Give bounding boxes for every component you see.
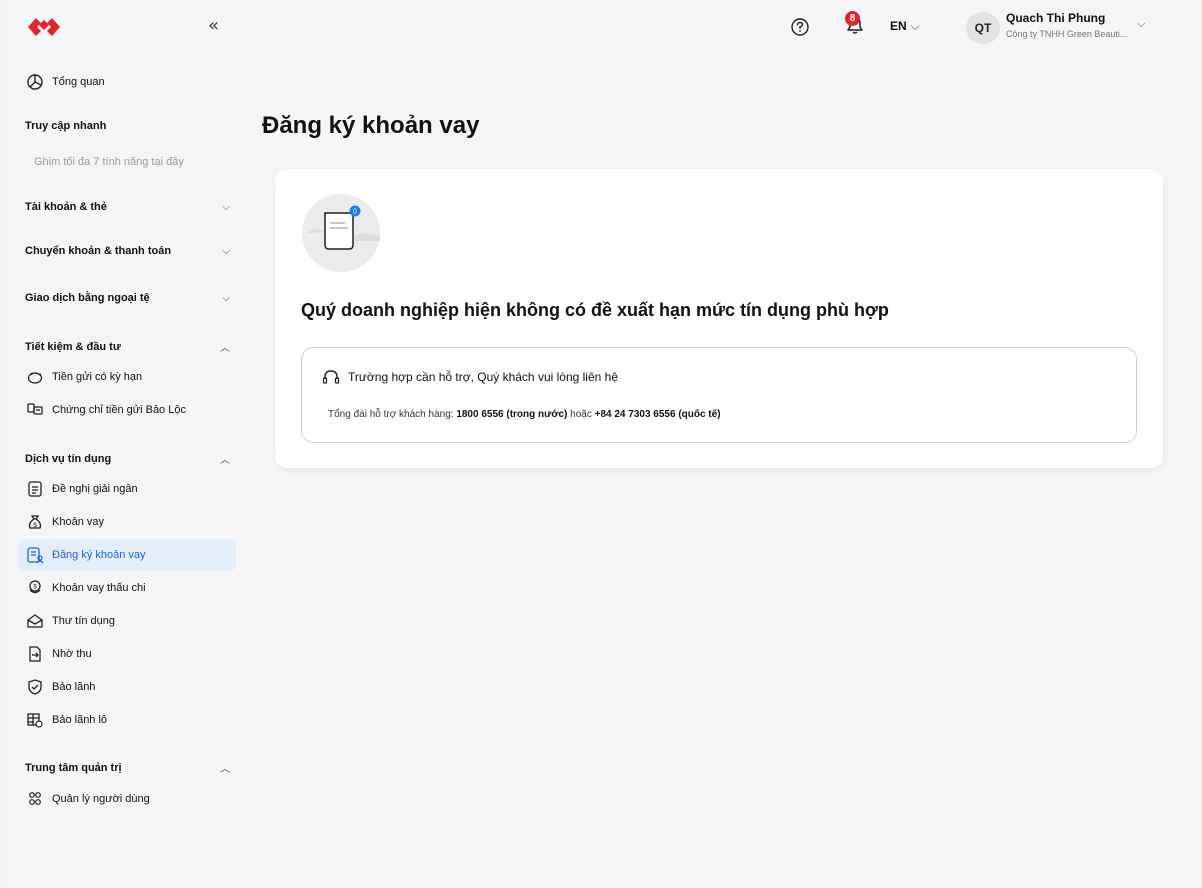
chevron-up-icon: ︿ bbox=[220, 343, 230, 354]
shield-check-icon bbox=[28, 679, 42, 695]
table-shield-icon bbox=[27, 713, 43, 728]
group-label: Giao dịch bằng ngoại tệ bbox=[25, 292, 150, 304]
group-label: Truy cập nhanh bbox=[25, 120, 107, 132]
top-header: « bbox=[12, 0, 1198, 56]
sidebar-item-loans[interactable]: $ Khoản vay bbox=[18, 506, 236, 538]
pie-chart-icon bbox=[27, 74, 43, 90]
group-label: Trung tâm quản trị bbox=[25, 761, 122, 774]
sidebar-item-certificate-deposit[interactable]: Chứng chỉ tiền gửi Bảo Lộc bbox=[18, 394, 236, 426]
sidebar-item-collection[interactable]: Nhờ thu bbox=[18, 638, 236, 670]
svg-text:$: $ bbox=[33, 585, 37, 591]
coins-icon: $ bbox=[29, 580, 41, 594]
language-selector[interactable]: EN ⌵ bbox=[890, 19, 920, 34]
sidebar-item-label: Quản lý người dùng bbox=[52, 793, 150, 805]
support-contact-line: Tổng đài hỗ trợ khách hàng: 1800 6556 (t… bbox=[328, 409, 721, 420]
sidebar-item-label: Bảo lãnh lô bbox=[52, 714, 108, 726]
empty-state-card: 0 Quý doanh nghiệp hiện không có đề xuất… bbox=[275, 169, 1163, 468]
sidebar-item-term-deposit[interactable]: Tiền gửi có kỳ hạn bbox=[18, 361, 236, 393]
group-label: Dịch vụ tín dụng bbox=[25, 452, 112, 465]
money-bag-icon: $ bbox=[28, 515, 42, 529]
sidebar-item-label: Bảo lãnh bbox=[52, 681, 96, 693]
sidebar-item-overdraft[interactable]: $ Khoản vay thấu chi bbox=[18, 572, 236, 604]
users-icon bbox=[29, 792, 41, 805]
user-company: Công ty TNHH Green Beauti... bbox=[1006, 29, 1128, 39]
sidebar-item-disbursement[interactable]: Đề nghị giải ngân bbox=[18, 473, 236, 505]
document-arrow-icon bbox=[29, 646, 41, 662]
language-label: EN bbox=[890, 19, 907, 33]
group-label: Chuyển khoản & thanh toán bbox=[25, 245, 172, 257]
sidebar-item-label: Khoản vay bbox=[52, 516, 104, 528]
document-user-icon bbox=[27, 547, 44, 564]
headset-icon bbox=[322, 370, 340, 384]
group-credit[interactable]: Dịch vụ tín dụng ︿ bbox=[25, 451, 230, 467]
sidebar-item-label: Đề nghị giải ngân bbox=[52, 483, 138, 495]
support-box: Trường hợp cần hỗ trợ, Quý khách vui lòn… bbox=[301, 347, 1137, 443]
group-label: Tài khoản & thẻ bbox=[25, 201, 107, 213]
sidebar-item-letter-of-credit[interactable]: Thư tín dụng bbox=[18, 605, 236, 637]
sidebar: Tổng quan Truy cập nhanh Ghim tối đa 7 t… bbox=[12, 56, 244, 888]
notification-count-badge: 8 bbox=[845, 11, 860, 26]
user-menu-chevron-icon[interactable]: ⌵ bbox=[1137, 18, 1145, 31]
empty-document-illustration: 0 bbox=[302, 194, 380, 272]
sidebar-item-label: Khoản vay thấu chi bbox=[52, 582, 146, 594]
certificate-icon bbox=[27, 403, 43, 415]
support-prefix: Tổng đài hỗ trợ khách hàng: bbox=[328, 409, 457, 420]
help-icon[interactable] bbox=[790, 17, 810, 37]
quick-access-title: Truy cập nhanh bbox=[25, 120, 230, 132]
support-title: Trường hợp cần hỗ trợ, Quý khách vui lòn… bbox=[348, 370, 618, 384]
support-connector: hoặc bbox=[567, 409, 595, 420]
support-domestic-number[interactable]: 1800 6556 (trong nước) bbox=[456, 409, 567, 420]
quick-access-hint: Ghim tối đa 7 tính năng tại đây bbox=[34, 156, 184, 168]
chevron-down-icon: ⌵ bbox=[222, 245, 230, 257]
illustration-badge: 0 bbox=[353, 209, 357, 216]
sidebar-item-label: Thư tín dụng bbox=[52, 615, 116, 627]
user-name: Quach Thi Phung bbox=[1006, 11, 1106, 25]
bank-logo[interactable] bbox=[26, 14, 62, 40]
group-transfers[interactable]: Chuyển khoản & thanh toán ⌵ bbox=[25, 245, 230, 257]
sidebar-item-label: Tiền gửi có kỳ hạn bbox=[52, 371, 143, 383]
group-fx[interactable]: Giao dịch bằng ngoại tệ ⌵ bbox=[25, 292, 230, 304]
group-label: Tiết kiệm & đầu tư bbox=[25, 340, 121, 353]
collapse-sidebar-button[interactable]: « bbox=[208, 15, 219, 36]
sidebar-item-label: Đăng ký khoản vay bbox=[52, 549, 146, 561]
empty-state-message: Quý doanh nghiệp hiện không có đề xuất h… bbox=[301, 300, 889, 320]
document-list-icon bbox=[28, 481, 42, 497]
support-international-number[interactable]: +84 24 7303 6556 (quốc tế) bbox=[595, 409, 721, 420]
sidebar-item-label: Nhờ thu bbox=[52, 648, 92, 660]
sidebar-item-guarantee[interactable]: Bảo lãnh bbox=[18, 671, 236, 703]
sidebar-item-user-management[interactable]: Quản lý người dùng bbox=[18, 783, 236, 815]
sidebar-item-batch-guarantee[interactable]: Bảo lãnh lô bbox=[18, 704, 236, 736]
chevron-down-icon: ⌵ bbox=[222, 201, 230, 213]
piggy-bank-icon bbox=[27, 372, 43, 384]
chevron-down-icon: ⌵ bbox=[910, 19, 920, 33]
sidebar-item-label: Chứng chỉ tiền gửi Bảo Lộc bbox=[52, 404, 186, 416]
user-avatar[interactable]: QT bbox=[966, 12, 1000, 44]
group-admin[interactable]: Trung tâm quản trị ︿ bbox=[25, 760, 230, 776]
chevron-down-icon: ⌵ bbox=[222, 292, 230, 304]
page-title: Đăng ký khoản vay bbox=[262, 112, 480, 139]
group-savings[interactable]: Tiết kiệm & đầu tư ︿ bbox=[25, 339, 230, 355]
chevron-up-icon: ︿ bbox=[220, 764, 230, 775]
sidebar-item-label: Tổng quan bbox=[52, 76, 105, 88]
sidebar-item-overview[interactable]: Tổng quan bbox=[18, 66, 236, 98]
sidebar-item-loan-registration[interactable]: Đăng ký khoản vay bbox=[18, 539, 236, 571]
envelope-icon bbox=[27, 614, 43, 628]
group-accounts[interactable]: Tài khoản & thẻ ⌵ bbox=[25, 201, 230, 213]
chevron-up-icon: ︿ bbox=[220, 455, 230, 466]
